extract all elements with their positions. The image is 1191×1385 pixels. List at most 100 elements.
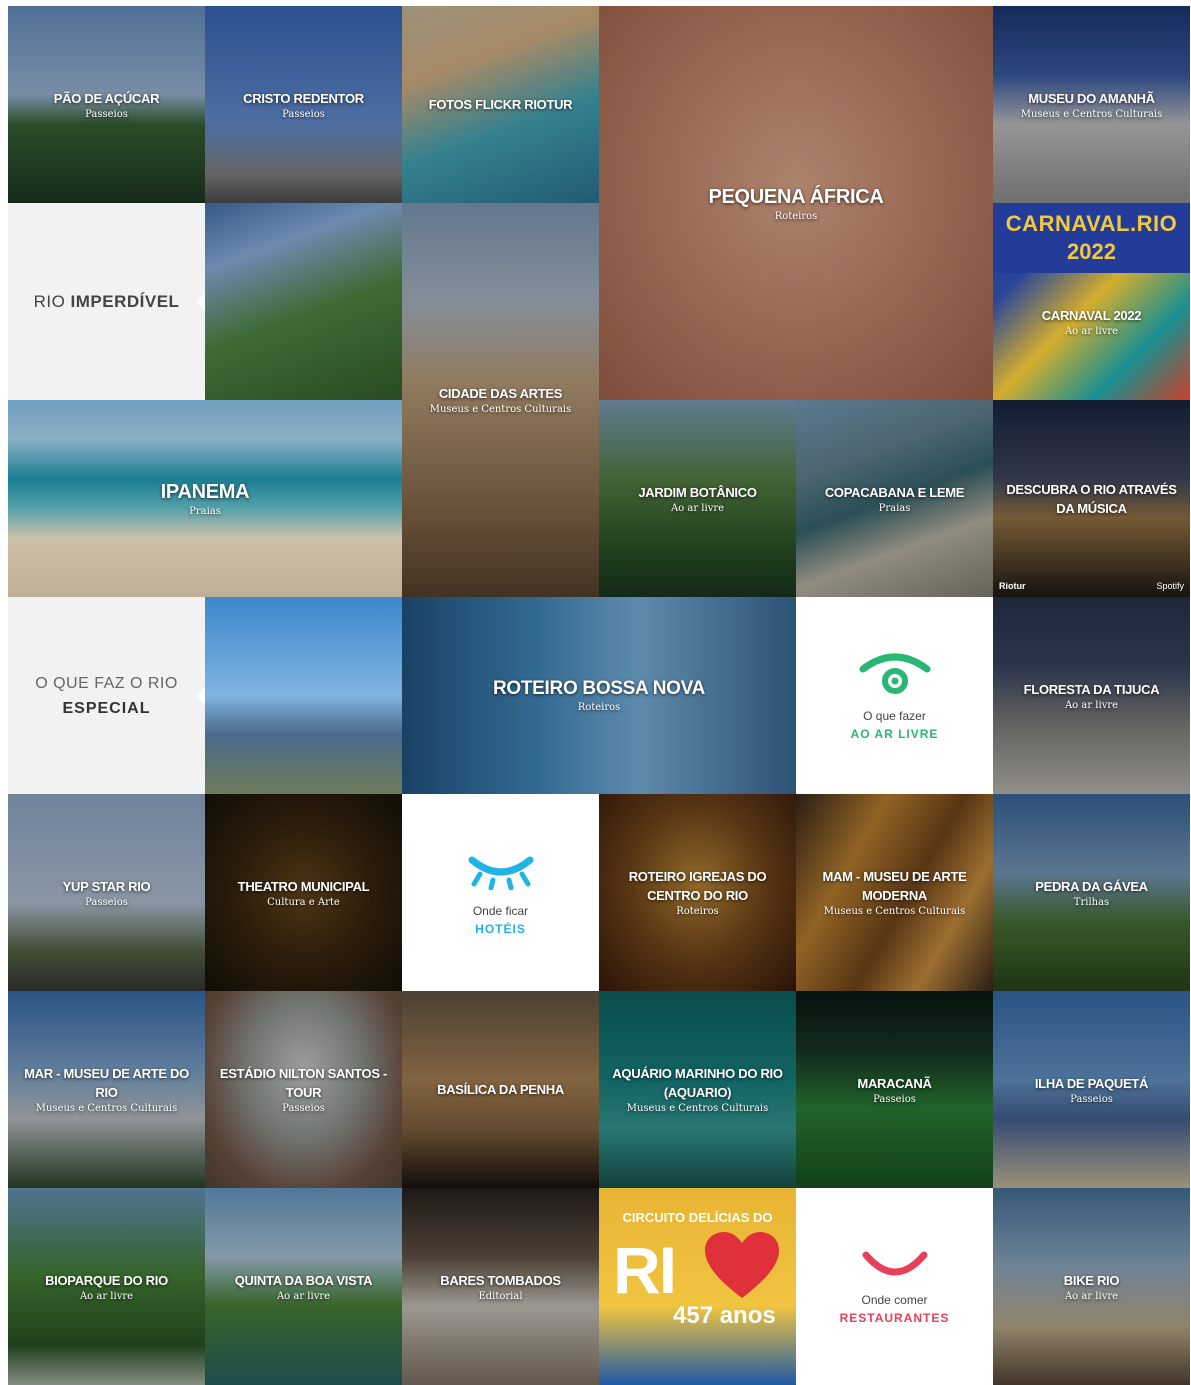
tile-aerial-photo[interactable]: [205, 203, 402, 400]
tile-title: MUSEU DO AMANHÃ: [1028, 90, 1155, 106]
delicias-anos: 457 anos: [673, 1302, 776, 1329]
tile-title: FOTOS FLICKR RIOTUR: [428, 97, 573, 112]
tile-delicias[interactable]: CIRCUITO DELÍCIAS DO RI 457 anos: [599, 1188, 796, 1385]
tile-title: DESCUBRA O RIO ATRAVÉS DA MÚSICA: [1006, 481, 1177, 516]
tile-subtitle: Ao ar livre: [670, 502, 725, 514]
tile-pao-de-acucar[interactable]: PÃO DE AÇÚCAR Passeios: [8, 6, 205, 203]
tile-subtitle: Passeios: [85, 108, 128, 120]
tile-grid: PÃO DE AÇÚCAR Passeios CRISTO REDENTOR P…: [8, 6, 1190, 1385]
tile-yup-star[interactable]: YUP STAR RIO Passeios: [8, 794, 205, 991]
tile-subtitle: Passeios: [85, 896, 128, 908]
tile-restaurantes[interactable]: Onde comer RESTAURANTES: [796, 1188, 993, 1385]
tile-quinta[interactable]: QUINTA DA BOA VISTA Ao ar livre: [205, 1188, 402, 1385]
tile-title: QUINTA DA BOA VISTA: [234, 1272, 373, 1288]
tile-floresta-tijuca[interactable]: FLORESTA DA TIJUCA Ao ar livre: [993, 597, 1190, 794]
tile-subtitle: Museus e Centros Culturais: [1020, 108, 1163, 120]
tile-theatro-municipal[interactable]: THEATRO MUNICIPAL Cultura e Arte: [205, 794, 402, 991]
tile-igrejas[interactable]: ROTEIRO IGREJAS DO CENTRO DO RIO Roteiro…: [599, 794, 796, 991]
tile-botafogo-photo[interactable]: [205, 597, 402, 794]
tile-ipanema[interactable]: IPANEMA Praias: [8, 400, 402, 597]
tile-title: PEQUENA ÁFRICA: [708, 185, 884, 208]
tile-carnaval[interactable]: CARNAVAL.RIO 2022 CARNAVAL 2022 Ao ar li…: [993, 203, 1190, 400]
tile-title: CRISTO REDENTOR: [243, 90, 364, 106]
tile-bike-rio[interactable]: BIKE RIO Ao ar livre: [993, 1188, 1190, 1385]
tile-ar-livre[interactable]: O que fazer AO AR LIVRE: [796, 597, 993, 794]
tile-title: CARNAVAL 2022: [1041, 307, 1142, 323]
tile-bares[interactable]: BARES TOMBADOS Editorial: [402, 1188, 599, 1385]
tile-museu-amanha[interactable]: MUSEU DO AMANHÃ Museus e Centros Cultura…: [993, 6, 1190, 203]
tile-subtitle: Ao ar livre: [1064, 325, 1119, 337]
tile-mam[interactable]: MAM - MUSEU DE ARTE MODERNA Museus e Cen…: [796, 794, 993, 991]
heading-part-bold: IMPERDÍVEL: [70, 291, 180, 311]
tile-fotos-flickr[interactable]: FOTOS FLICKR RIOTUR: [402, 6, 599, 203]
tile-copacabana[interactable]: COPACABANA E LEME Praias: [796, 400, 993, 597]
tile-bioparque[interactable]: BIOPARQUE DO RIO Ao ar livre: [8, 1188, 205, 1385]
tile-subtitle: Museus e Centros Culturais: [429, 404, 572, 415]
tile-subtitle: Museus e Centros Culturais: [626, 1103, 769, 1114]
section-heading-line1: O QUE FAZ O RIO: [35, 674, 178, 692]
tile-subtitle: Museus e Centros Culturais: [35, 1103, 178, 1114]
riotur-logo: Riotur: [999, 581, 1026, 591]
tile-maracana[interactable]: MARACANÃ Passeios: [796, 991, 993, 1188]
tile-title: PEDRA DA GÁVEA: [1035, 878, 1148, 894]
tile-title: MAR - MUSEU DE ARTE DO RIO: [24, 1066, 189, 1100]
tile-title: JARDIM BOTÂNICO: [638, 484, 757, 500]
promo-label: Onde ficar: [472, 903, 529, 918]
section-heading: RIO IMPERDÍVEL: [34, 292, 180, 312]
tile-title: BASÍLICA DA PENHA: [437, 1082, 564, 1097]
smile-icon: [862, 1251, 927, 1275]
tile-title: COPACABANA E LEME: [824, 484, 965, 500]
tile-subtitle: Ao ar livre: [79, 1290, 134, 1302]
tile-title: CIDADE DAS ARTES: [438, 386, 563, 401]
tile-title: ROTEIRO BOSSA NOVA: [492, 678, 706, 699]
tile-title: ILHA DE PAQUETÁ: [1034, 1075, 1149, 1091]
tile-bossa-nova[interactable]: ROTEIRO BOSSA NOVA Roteiros: [402, 597, 796, 794]
tile-musica[interactable]: DESCUBRA O RIO ATRAVÉS DA MÚSICA Riotur …: [993, 400, 1190, 597]
promo-label: Onde comer: [861, 1292, 928, 1307]
tile-hoteis[interactable]: Onde ficar HOTÉIS: [402, 794, 599, 991]
tile-subtitle: Passeios: [1070, 1093, 1113, 1105]
tile-title: ESTÁDIO NILTON SANTOS - TOUR: [219, 1066, 388, 1100]
tile-title: AQUÁRIO MARINHO DO RIO (AQUARIO): [612, 1066, 783, 1100]
tile-subtitle: Praias: [189, 506, 221, 517]
tile-aquario[interactable]: AQUÁRIO MARINHO DO RIO (AQUARIO) Museus …: [599, 991, 796, 1188]
section-heading-line2: ESPECIAL: [62, 699, 151, 717]
tile-subtitle: Passeios: [282, 1103, 325, 1114]
tile-title: FLORESTA DA TIJUCA: [1023, 681, 1160, 697]
tile-subtitle: Passeios: [873, 1093, 916, 1105]
tile-subtitle: Praias: [878, 502, 911, 514]
tile-subtitle: Cultura e Arte: [267, 896, 340, 908]
eye-icon: [859, 653, 930, 694]
tile-estadio[interactable]: ESTÁDIO NILTON SANTOS - TOUR Passeios: [205, 991, 402, 1188]
carnaval-brand-line2: 2022: [1067, 239, 1116, 264]
tile-paqueta[interactable]: ILHA DE PAQUETÁ Passeios: [993, 991, 1190, 1188]
tile-pedra-gavea[interactable]: PEDRA DA GÁVEA Trilhas: [993, 794, 1190, 991]
tile-subtitle: Ao ar livre: [1064, 1290, 1119, 1302]
tile-rio-imperdivel: RIO IMPERDÍVEL: [8, 203, 205, 400]
tile-subtitle: Roteiros: [676, 906, 719, 917]
tile-pequena-africa[interactable]: PEQUENA ÁFRICA Roteiros: [599, 6, 993, 400]
tile-mar[interactable]: MAR - MUSEU DE ARTE DO RIO Museus e Cent…: [8, 991, 205, 1188]
tile-title: MAM - MUSEU DE ARTE MODERNA: [822, 869, 967, 903]
tile-cristo-redentor[interactable]: CRISTO REDENTOR Passeios: [205, 6, 402, 203]
tile-o-que-faz: O QUE FAZ O RIO ESPECIAL: [8, 597, 205, 794]
delicias-heading: CIRCUITO DELÍCIAS DO: [622, 1210, 773, 1225]
pointer-arrow: [196, 291, 205, 312]
tile-title: BIKE RIO: [1063, 1272, 1120, 1288]
tile-subtitle: Trilhas: [1073, 896, 1110, 908]
tile-title: YUP STAR RIO: [62, 878, 151, 894]
tile-subtitle: Editorial: [478, 1290, 523, 1302]
tile-jardim-botanico[interactable]: JARDIM BOTÂNICO Ao ar livre: [599, 400, 796, 597]
tile-title: BARES TOMBADOS: [440, 1272, 561, 1288]
tile-title: BIOPARQUE DO RIO: [45, 1272, 168, 1288]
heading-part-light: RIO: [33, 291, 66, 311]
tile-penha[interactable]: BASÍLICA DA PENHA: [402, 991, 599, 1188]
pointer-arrow: [196, 685, 205, 706]
heart-icon: [705, 1232, 779, 1298]
tile-cidade-artes[interactable]: CIDADE DAS ARTES Museus e Centros Cultur…: [402, 203, 599, 597]
tile-title: PÃO DE AÇÚCAR: [53, 90, 160, 106]
tile-subtitle: Museus e Centros Culturais: [823, 906, 966, 917]
tile-title: THEATRO MUNICIPAL: [237, 878, 370, 894]
tile-subtitle: Ao ar livre: [276, 1290, 331, 1302]
delicias-word: RI: [613, 1233, 677, 1307]
